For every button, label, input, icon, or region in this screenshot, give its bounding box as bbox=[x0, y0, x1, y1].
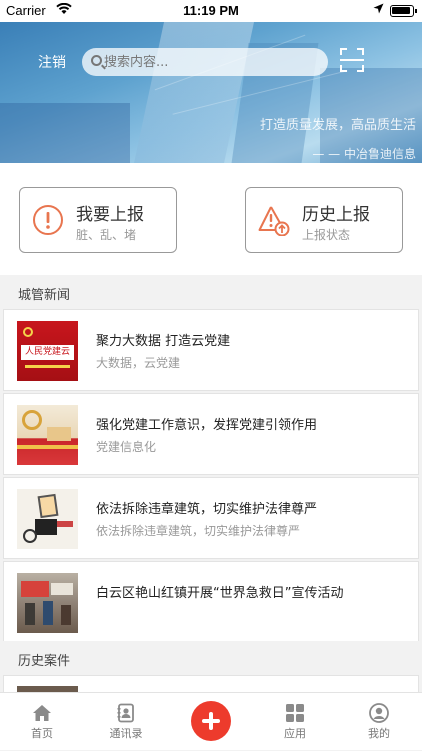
search-icon bbox=[91, 55, 102, 66]
contacts-icon bbox=[116, 703, 136, 723]
exclamation-circle-icon bbox=[32, 204, 64, 236]
emblem-icon bbox=[22, 410, 42, 430]
thumb-decor bbox=[23, 529, 37, 543]
tab-bar: 首页 通讯录 应用 我的 bbox=[0, 692, 422, 750]
banner-slogan: 打造质量发展，高品质生活 bbox=[259, 118, 416, 133]
history-list-item[interactable] bbox=[3, 675, 419, 693]
logout-button[interactable]: 注销 bbox=[38, 52, 66, 72]
banner-building bbox=[0, 103, 130, 163]
news-title: 白云区艳山红镇开展“世界急救日”宣传活动 bbox=[96, 586, 344, 601]
thumb-decor bbox=[61, 605, 71, 625]
history-report-button[interactable]: 历史上报 上报状态 bbox=[245, 187, 403, 253]
banner-company: — — 中冶鲁迪信息 bbox=[312, 147, 416, 161]
news-thumbnail: 人民党建云 bbox=[17, 321, 78, 381]
tab-apps[interactable]: 应用 bbox=[253, 693, 337, 751]
report-title: 我要上报 bbox=[76, 205, 144, 225]
news-subtitle: 大数据，云党建 bbox=[96, 356, 181, 370]
history-section-title: 历史案件 bbox=[18, 654, 71, 669]
tab-label: 我的 bbox=[368, 727, 390, 740]
news-item[interactable]: 白云区艳山红镇开展“世界急救日”宣传活动 bbox=[3, 561, 419, 643]
party-emblem-icon bbox=[23, 327, 33, 337]
report-subtitle: 脏、乱、堵 bbox=[76, 228, 137, 242]
news-thumbnail bbox=[17, 573, 78, 633]
thumb-decor bbox=[17, 445, 78, 449]
thumb-decor bbox=[47, 427, 71, 441]
tab-label: 通讯录 bbox=[109, 727, 143, 740]
news-title: 依法拆除违章建筑，切实维护法律尊严 bbox=[96, 502, 318, 517]
thumb-decor bbox=[25, 365, 70, 368]
tab-add[interactable] bbox=[169, 693, 253, 751]
tab-home[interactable]: 首页 bbox=[0, 693, 84, 751]
news-item[interactable]: 人民党建云 聚力大数据 打造云党建 大数据，云党建 bbox=[3, 309, 419, 391]
report-button[interactable]: 我要上报 脏、乱、堵 bbox=[19, 187, 177, 253]
tab-label: 应用 bbox=[284, 727, 306, 740]
tab-label: 首页 bbox=[31, 727, 53, 740]
clock: 11:19 PM bbox=[183, 3, 239, 18]
news-thumbnail bbox=[17, 489, 78, 549]
thumb-caption: 人民党建云 bbox=[21, 345, 74, 360]
thumb-decor bbox=[37, 493, 59, 519]
news-title: 聚力大数据 打造云党建 bbox=[96, 334, 231, 349]
news-subtitle: 党建信息化 bbox=[96, 440, 157, 454]
header-banner: 注销 打造质量发展，高品质生活 — — 中冶鲁迪信息 bbox=[0, 22, 422, 163]
plus-icon[interactable] bbox=[191, 701, 231, 741]
history-report-subtitle: 上报状态 bbox=[302, 228, 351, 242]
location-arrow-icon bbox=[373, 3, 384, 17]
news-item[interactable]: 强化党建工作意识，发挥党建引领作用 党建信息化 bbox=[3, 393, 419, 475]
news-thumbnail bbox=[17, 405, 78, 465]
history-report-title: 历史上报 bbox=[302, 205, 370, 225]
thumb-decor bbox=[25, 603, 35, 625]
news-title: 强化党建工作意识，发挥党建引领作用 bbox=[96, 418, 318, 433]
search-bar[interactable] bbox=[82, 48, 328, 76]
thumb-decor bbox=[57, 521, 73, 527]
home-icon bbox=[32, 703, 52, 723]
news-section-title: 城管新闻 bbox=[18, 288, 71, 303]
warning-upload-icon bbox=[258, 204, 290, 237]
thumb-decor bbox=[21, 581, 49, 597]
quick-actions: 我要上报 脏、乱、堵 历史上报 上报状态 bbox=[0, 163, 422, 275]
thumb-decor bbox=[51, 583, 73, 595]
search-input[interactable] bbox=[104, 51, 314, 73]
tab-profile[interactable]: 我的 bbox=[337, 693, 421, 751]
thumb-decor bbox=[43, 601, 53, 625]
news-subtitle: 依法拆除违章建筑，切实维护法律尊严 bbox=[96, 524, 301, 538]
news-section-header: 城管新闻 bbox=[0, 275, 422, 309]
status-bar: Carrier 11:19 PM bbox=[0, 0, 422, 22]
tab-contacts[interactable]: 通讯录 bbox=[84, 693, 168, 751]
thumb-decor bbox=[35, 519, 57, 535]
scan-qr-icon[interactable] bbox=[340, 48, 364, 72]
apps-grid-icon bbox=[285, 703, 305, 723]
profile-icon bbox=[369, 703, 389, 723]
battery-icon bbox=[390, 5, 417, 17]
news-item[interactable]: 依法拆除违章建筑，切实维护法律尊严 依法拆除违章建筑，切实维护法律尊严 bbox=[3, 477, 419, 559]
history-section-header: 历史案件 bbox=[0, 641, 422, 675]
